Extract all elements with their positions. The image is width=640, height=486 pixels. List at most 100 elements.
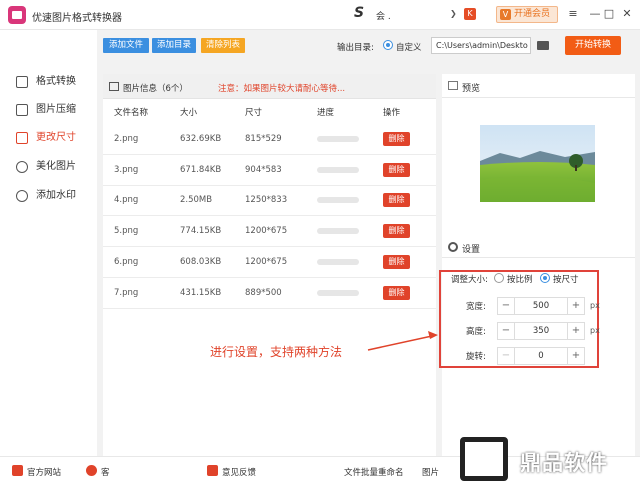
plus-icon[interactable]: + — [567, 323, 584, 339]
main-area: 添加文件 添加目录 清除列表 输出目录: 自定义 C:\Users\admin\… — [97, 30, 640, 456]
add-directory-button[interactable]: 添加目录 — [152, 38, 196, 53]
maximize-icon[interactable]: □ — [602, 7, 616, 20]
sidebar-item-label: 更改尺寸 — [36, 132, 76, 143]
preview-icon — [448, 81, 458, 90]
preview-image — [480, 125, 595, 202]
delete-button[interactable]: 删除 — [383, 224, 410, 238]
vip-label: 开通会员 — [514, 9, 551, 19]
convert-icon — [16, 76, 28, 88]
sidebar-item-compress[interactable]: 图片压缩 — [16, 100, 76, 120]
pic-link[interactable]: 图片 — [422, 466, 439, 478]
chevron-down-icon[interactable]: ❯ — [450, 9, 457, 18]
image-icon — [109, 82, 119, 91]
menu-icon[interactable]: ≡ — [566, 7, 580, 20]
watermark-logo-icon — [460, 437, 508, 481]
height-value[interactable]: 350 — [515, 326, 567, 336]
file-name: 6.png — [114, 257, 139, 267]
sidebar-item-watermark[interactable]: 添加水印 — [16, 186, 76, 206]
clear-list-button[interactable]: 清除列表 — [201, 38, 245, 53]
custom-radio[interactable] — [383, 40, 393, 50]
width-value[interactable]: 500 — [515, 301, 567, 311]
user-name[interactable]: 会 . — [376, 9, 391, 22]
delete-button[interactable]: 删除 — [383, 132, 410, 146]
minimize-icon[interactable]: — — [588, 7, 602, 20]
table-row[interactable]: 5.png 774.15KB 1200*675 删除 — [103, 216, 436, 247]
output-path-field[interactable]: C:\Users\admin\Deskto — [431, 37, 531, 54]
delete-button[interactable]: 删除 — [383, 286, 410, 300]
sidebar-item-resize[interactable]: 更改尺寸 — [16, 128, 76, 148]
table-row[interactable]: 4.png 2.50MB 1250*833 删除 — [103, 185, 436, 216]
file-dims: 889*500 — [245, 288, 282, 298]
col-size: 大小 — [180, 108, 198, 118]
file-size: 774.15KB — [180, 226, 222, 236]
table-row[interactable]: 7.png 431.15KB 889*500 删除 — [103, 278, 436, 309]
add-file-button[interactable]: 添加文件 — [103, 38, 149, 53]
preview-label: 预览 — [462, 84, 481, 94]
minus-icon[interactable]: − — [498, 323, 515, 339]
folder-icon[interactable] — [537, 41, 549, 50]
ratio-radio-label[interactable]: 按比例 — [507, 273, 533, 285]
rotate-stepper[interactable]: − 0 + — [497, 347, 585, 365]
output-dir-label: 输出目录: — [337, 43, 374, 53]
table-row[interactable]: 2.png 632.69KB 815*529 删除 — [103, 124, 436, 155]
file-name: 2.png — [114, 134, 139, 144]
file-list-panel: 图片信息（6个） 注意：如果图片较大请耐心等待... 文件名称 大小 尺寸 进度… — [103, 74, 436, 456]
feedback-icon — [207, 465, 218, 476]
list-note: 注意：如果图片较大请耐心等待... — [218, 84, 346, 94]
width-stepper[interactable]: − 500 + — [497, 297, 585, 315]
sidebar-item-format-convert[interactable]: 格式转换 — [16, 72, 76, 92]
rotate-value[interactable]: 0 — [515, 351, 567, 361]
file-dims: 815*529 — [245, 134, 282, 144]
ratio-radio[interactable] — [494, 273, 504, 283]
close-icon[interactable]: ✕ — [620, 7, 634, 20]
file-size: 2.50MB — [180, 195, 213, 205]
watermark-text: 鼎品软件 — [520, 451, 608, 475]
height-stepper[interactable]: − 350 + — [497, 322, 585, 340]
sidebar-item-label: 图片压缩 — [36, 104, 76, 115]
palette-icon — [16, 161, 28, 173]
file-name: 7.png — [114, 288, 139, 298]
table-row[interactable]: 3.png 671.84KB 904*583 删除 — [103, 155, 436, 186]
vip-button[interactable]: V 开通会员 — [496, 6, 558, 23]
progress-bar — [317, 197, 359, 203]
progress-bar — [317, 136, 359, 142]
service-link[interactable]: 客 — [101, 466, 110, 478]
plus-icon[interactable]: + — [567, 298, 584, 314]
file-name: 5.png — [114, 226, 139, 236]
file-size: 608.03KB — [180, 257, 222, 267]
annotation-text: 进行设置，支持两种方法 — [210, 345, 343, 359]
website-link[interactable]: 官方网站 — [27, 466, 61, 478]
sidebar-item-label: 格式转换 — [36, 76, 76, 87]
column-headers: 文件名称 大小 尺寸 进度 操作 — [103, 103, 436, 121]
watermark-icon — [16, 190, 28, 202]
size-radio[interactable] — [540, 273, 550, 283]
start-convert-button[interactable]: 开始转换 — [565, 36, 621, 55]
sidebar-item-label: 美化图片 — [36, 161, 76, 172]
delete-button[interactable]: 删除 — [383, 193, 410, 207]
col-progress: 进度 — [317, 108, 335, 118]
app-title: 优速图片格式转换器 — [32, 13, 122, 24]
settings-label: 设置 — [462, 245, 481, 255]
vip-icon: V — [500, 9, 511, 20]
k-badge-icon[interactable]: K — [464, 8, 476, 20]
width-label: 宽度: — [466, 302, 486, 312]
gear-icon — [448, 242, 458, 252]
size-radio-label[interactable]: 按尺寸 — [553, 273, 579, 285]
file-dims: 904*583 — [245, 165, 282, 175]
feedback-link[interactable]: 意见反馈 — [222, 466, 256, 478]
file-dims: 1200*675 — [245, 226, 288, 236]
s-logo-icon: S — [354, 5, 365, 21]
file-size: 671.84KB — [180, 165, 222, 175]
minus-icon[interactable]: − — [498, 348, 515, 364]
width-unit: px — [590, 301, 600, 310]
progress-bar — [317, 228, 359, 234]
minus-icon[interactable]: − — [498, 298, 515, 314]
settings-header: 设置 — [442, 236, 635, 258]
delete-button[interactable]: 删除 — [383, 255, 410, 269]
table-row[interactable]: 6.png 608.03KB 1200*675 删除 — [103, 247, 436, 278]
sidebar-item-beautify[interactable]: 美化图片 — [16, 157, 76, 177]
plus-icon[interactable]: + — [567, 348, 584, 364]
batch-rename-link[interactable]: 文件批量重命名 — [344, 466, 404, 478]
delete-button[interactable]: 删除 — [383, 163, 410, 177]
custom-radio-label[interactable]: 自定义 — [396, 41, 422, 53]
